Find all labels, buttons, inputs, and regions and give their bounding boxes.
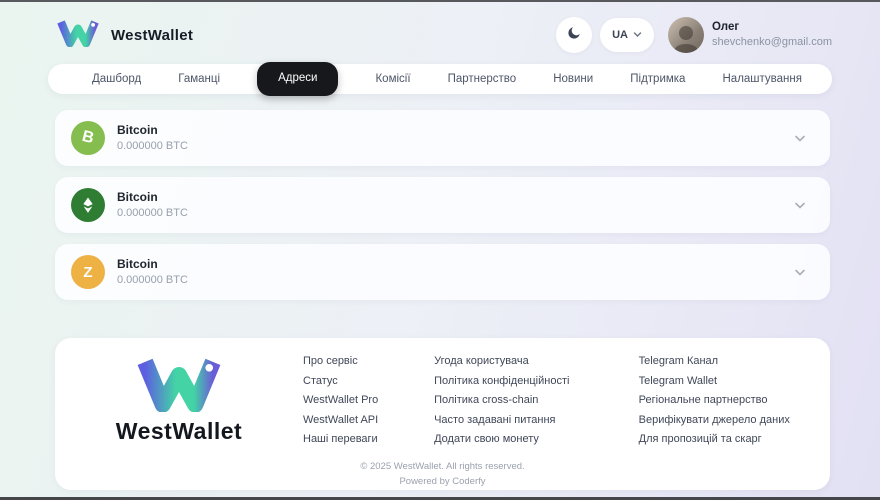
wallet-list: B Bitcoin 0.000000 BTC Bitcoin 0.000000 BTC Z… xyxy=(55,110,830,300)
footer-link[interactable]: Угода користувача xyxy=(434,352,639,372)
nav-tab[interactable]: Гаманці xyxy=(178,73,220,85)
footer-column-contacts: Telegram Канал Telegram Wallet Регіональне… xyxy=(639,352,806,450)
ethereum-classic-icon xyxy=(71,188,105,222)
bitcoin-icon: B xyxy=(71,121,105,155)
footer-column-legal: Угода користувача Політика конфіденційнос… xyxy=(434,352,639,450)
chevron-down-icon[interactable] xyxy=(794,201,806,210)
nav-tab[interactable]: Партнерство xyxy=(448,73,517,85)
footer-link[interactable]: Часто задавані питання xyxy=(434,411,639,431)
chevron-down-icon xyxy=(633,29,642,41)
user-email: shevchenko@gmail.com xyxy=(712,36,832,49)
westwallet-logo-icon xyxy=(55,19,101,52)
nav-tab[interactable]: Дашборд xyxy=(92,73,141,85)
footer-link[interactable]: Політика конфіденційності xyxy=(434,372,639,392)
zcash-icon: Z xyxy=(71,255,105,289)
footer: WestWallet Про сервіс Статус WestWallet Pr… xyxy=(55,338,830,490)
brand-name: WestWallet xyxy=(111,26,194,44)
nav-tab-active[interactable]: Адреси xyxy=(257,62,339,96)
language-selector[interactable]: UA xyxy=(600,18,654,52)
footer-brand: WestWallet xyxy=(79,352,279,450)
wallet-balance: 0.000000 BTC xyxy=(117,273,188,286)
footer-column-service: Про сервіс Статус WestWallet Pro WestWallet… xyxy=(303,352,434,450)
footer-link[interactable]: Telegram Wallet xyxy=(639,372,806,392)
footer-brand-name: WestWallet xyxy=(115,418,243,444)
footer-link[interactable]: Про сервіс xyxy=(303,352,434,372)
theme-toggle-button[interactable] xyxy=(556,17,593,53)
nav-tab[interactable]: Підтримка xyxy=(630,73,685,85)
nav-tab[interactable]: Налаштування xyxy=(723,73,802,85)
header: WestWallet UA Олег shevchenko@gmail.com xyxy=(55,15,832,55)
nav-tab[interactable]: Комісії xyxy=(375,73,410,85)
footer-link[interactable]: Регіональне партнерство xyxy=(639,391,806,411)
wallet-card[interactable]: Z Bitcoin 0.000000 BTC xyxy=(55,244,830,300)
footer-link[interactable]: Статус xyxy=(303,372,434,392)
header-actions: UA Олег shevchenko@gmail.com xyxy=(556,17,832,53)
wallet-card[interactable]: B Bitcoin 0.000000 BTC xyxy=(55,110,830,166)
footer-link[interactable]: Telegram Канал xyxy=(639,352,806,372)
chevron-down-icon[interactable] xyxy=(794,134,806,143)
user-avatar[interactable] xyxy=(668,17,704,53)
wallet-balance: 0.000000 BTC xyxy=(117,206,188,219)
westwallet-logo-icon xyxy=(131,356,227,417)
footer-link[interactable]: WestWallet Pro xyxy=(303,391,434,411)
wallet-card[interactable]: Bitcoin 0.000000 BTC xyxy=(55,177,830,233)
wallet-name: Bitcoin xyxy=(117,123,158,138)
footer-link[interactable]: Верифікувати джерело даних xyxy=(639,411,806,431)
footer-link[interactable]: Наші переваги xyxy=(303,430,434,450)
copyright-text: © 2025 WestWallet. All rights reserved. xyxy=(360,460,525,472)
footer-link[interactable]: Додати свою монету xyxy=(434,430,639,450)
footer-link[interactable]: WestWallet API xyxy=(303,411,434,431)
wallet-name: Bitcoin xyxy=(117,257,158,272)
footer-link[interactable]: Політика cross-chain xyxy=(434,391,639,411)
moon-icon xyxy=(566,25,582,46)
wallet-name: Bitcoin xyxy=(117,190,158,205)
language-code: UA xyxy=(612,29,628,41)
footer-link[interactable]: Для пропозицій та скарг xyxy=(639,430,806,450)
wallet-balance: 0.000000 BTC xyxy=(117,139,188,152)
brand[interactable]: WestWallet xyxy=(55,19,193,52)
footer-bottom: © 2025 WestWallet. All rights reserved. … xyxy=(79,459,806,489)
user-name: Олег xyxy=(712,20,740,33)
main-nav: Дашборд Гаманці Адреси Комісії Партнерство Но… xyxy=(48,62,832,96)
page: WestWallet UA Олег shevchenko@gmail.com … xyxy=(0,2,880,490)
powered-by-text: Powered by Coderfy xyxy=(399,475,486,487)
chevron-down-icon[interactable] xyxy=(794,268,806,277)
nav-tab[interactable]: Новини xyxy=(553,73,593,85)
footer-columns: WestWallet Про сервіс Статус WestWallet Pr… xyxy=(79,352,806,450)
user-meta[interactable]: Олег shevchenko@gmail.com xyxy=(712,20,832,50)
